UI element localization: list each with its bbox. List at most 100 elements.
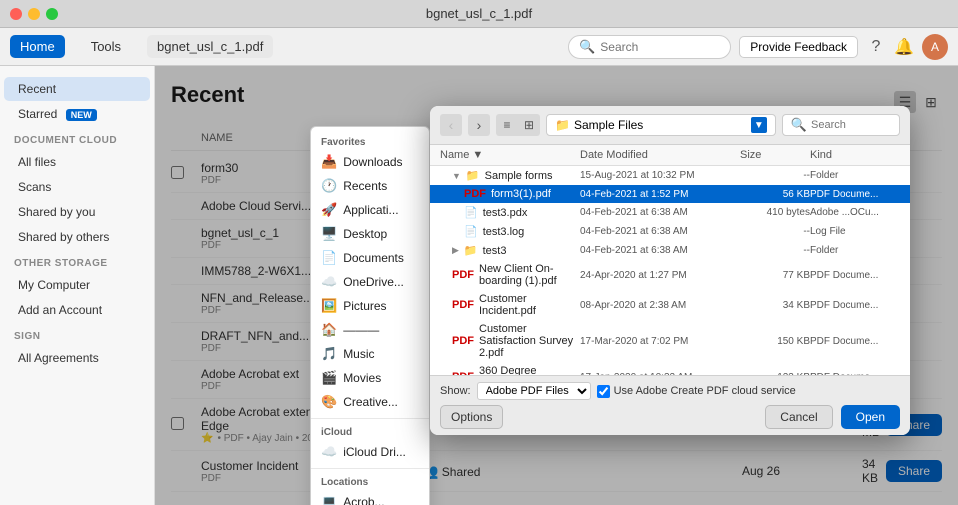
- cloud-service-label: Use Adobe Create PDF cloud service: [597, 385, 796, 398]
- location-chevron-icon[interactable]: ▼: [751, 117, 767, 133]
- close-btn[interactable]: [10, 8, 22, 20]
- back-button[interactable]: ‹: [440, 114, 462, 136]
- expand-icon[interactable]: ▼: [452, 171, 461, 181]
- sidebar-item-my-computer[interactable]: My Computer: [4, 273, 150, 297]
- expand-icon[interactable]: ▶: [452, 245, 459, 256]
- starred-badge: NEW: [66, 109, 97, 121]
- icloud-icon: ☁️: [321, 444, 337, 460]
- cancel-button[interactable]: Cancel: [765, 405, 832, 429]
- file-size: 77 KB: [740, 270, 810, 281]
- dialog-row[interactable]: 📄 test3.log 04-Feb-2021 at 6:38 AM -- Lo…: [430, 222, 910, 241]
- open-button[interactable]: Open: [841, 405, 900, 429]
- file-name: Customer Satisfaction Survey 2.pdf: [479, 323, 580, 359]
- dialog-row[interactable]: ▶ 📁 test3 04-Feb-2021 at 6:38 AM -- Fold…: [430, 241, 910, 260]
- search-input[interactable]: [600, 40, 720, 54]
- file-size: --: [740, 170, 810, 181]
- recents-icon: 🕐: [321, 178, 337, 194]
- help-icon[interactable]: ?: [866, 37, 886, 57]
- dialog-row[interactable]: PDF Customer Satisfaction Survey 2.pdf 1…: [430, 320, 910, 362]
- sidebar-item-shared-by-others[interactable]: Shared by others: [4, 225, 150, 249]
- fav-label: Pictures: [343, 299, 386, 313]
- home-tab[interactable]: Home: [10, 35, 65, 58]
- dialog-row[interactable]: PDF New Client On-boarding (1).pdf 24-Ap…: [430, 260, 910, 290]
- fav-item-icloud[interactable]: ☁️iCloud Dri...: [311, 440, 429, 464]
- home-icon: 🏠: [321, 322, 337, 338]
- document-cloud-section: DOCUMENT CLOUD: [0, 127, 154, 149]
- file-name: Sample forms: [485, 170, 553, 182]
- notifications-icon[interactable]: 🔔: [894, 37, 914, 57]
- sidebar-item-add-account[interactable]: Add an Account: [4, 298, 150, 322]
- dialog-row[interactable]: ▼ 📁 Sample forms 15-Aug-2021 at 10:32 PM…: [430, 166, 910, 185]
- fav-item-downloads[interactable]: 📥Downloads: [311, 150, 429, 174]
- fav-item-documents[interactable]: 📄Documents: [311, 246, 429, 270]
- list-view-btn[interactable]: ≡: [496, 114, 518, 136]
- file-kind: PDF Docume...: [810, 270, 900, 281]
- fav-label: Movies: [343, 371, 381, 385]
- fav-item-applications[interactable]: 🚀Applicati...: [311, 198, 429, 222]
- fav-item-pictures[interactable]: 🖼️Pictures: [311, 294, 429, 318]
- movies-icon: 🎬: [321, 370, 337, 386]
- file-kind: Adobe ...OCu...: [810, 207, 900, 218]
- search-icon: 🔍: [791, 117, 807, 133]
- dialog-search[interactable]: 🔍: [782, 114, 900, 136]
- downloads-icon: 📥: [321, 154, 337, 170]
- sidebar-item-all-files[interactable]: All files: [4, 150, 150, 174]
- maximize-btn[interactable]: [46, 8, 58, 20]
- avatar[interactable]: A: [922, 34, 948, 60]
- fav-item-desktop[interactable]: 🖥️Desktop: [311, 222, 429, 246]
- feedback-button[interactable]: Provide Feedback: [739, 36, 858, 58]
- tools-tab[interactable]: Tools: [81, 35, 131, 58]
- fav-item-onedrive[interactable]: ☁️OneDrive...: [311, 270, 429, 294]
- dialog-row[interactable]: 📄 test3.pdx 04-Feb-2021 at 6:38 AM 410 b…: [430, 203, 910, 222]
- sidebar-item-starred[interactable]: Starred NEW: [4, 102, 150, 126]
- global-search[interactable]: 🔍: [568, 35, 731, 59]
- file-icon: 📄: [464, 206, 478, 219]
- file-name: test3.pdx: [483, 207, 528, 219]
- favorites-section-label: Favorites: [311, 133, 429, 150]
- divider: [311, 418, 429, 419]
- fav-label: Music: [343, 347, 374, 361]
- window-controls[interactable]: [10, 8, 58, 20]
- dialog-row[interactable]: PDF Customer Incident.pdf 08-Apr-2020 at…: [430, 290, 910, 320]
- file-type-select[interactable]: Adobe PDF Files: [477, 382, 591, 400]
- sidebar-item-recent[interactable]: Recent: [4, 77, 150, 101]
- sidebar-item-scans[interactable]: Scans: [4, 175, 150, 199]
- sidebar-item-all-agreements[interactable]: All Agreements: [4, 346, 150, 370]
- pdf-icon: PDF: [452, 335, 474, 347]
- file-tab[interactable]: bgnet_usl_c_1.pdf: [147, 35, 273, 58]
- file-date: 15-Aug-2021 at 10:32 PM: [580, 170, 740, 181]
- file-size: 56 KB: [740, 189, 810, 200]
- file-size: 150 KB: [740, 336, 810, 347]
- cloud-service-checkbox[interactable]: [597, 385, 610, 398]
- col-date-header: Date Modified: [580, 149, 740, 161]
- file-date: 08-Apr-2020 at 2:38 AM: [580, 300, 740, 311]
- fav-item-acrob[interactable]: 💻Acrob...: [311, 490, 429, 505]
- dialog-row[interactable]: PDF form3(1).pdf 04-Feb-2021 at 1:52 PM …: [430, 185, 910, 203]
- pdf-icon: PDF: [452, 269, 474, 281]
- dialog-search-input[interactable]: [811, 119, 891, 131]
- dialog-row[interactable]: PDF 360 Degree Feedback 2.pdf 17-Jan-202…: [430, 362, 910, 375]
- fav-item-movies[interactable]: 🎬 Movies: [311, 366, 429, 390]
- file-size: 123 KB: [740, 372, 810, 376]
- file-date: 17-Mar-2020 at 7:02 PM: [580, 336, 740, 347]
- file-size: 410 bytes: [740, 207, 810, 218]
- fav-label: Applicati...: [343, 203, 398, 217]
- file-date: 04-Feb-2021 at 1:52 PM: [580, 189, 740, 200]
- sidebar-item-shared-by-you[interactable]: Shared by you: [4, 200, 150, 224]
- options-button[interactable]: Options: [440, 405, 503, 429]
- minimize-btn[interactable]: [28, 8, 40, 20]
- location-bar[interactable]: 📁 Sample Files ▼: [546, 114, 776, 136]
- fav-item-music[interactable]: 🎵 Music: [311, 342, 429, 366]
- fav-item-home[interactable]: 🏠———: [311, 318, 429, 342]
- documents-icon: 📄: [321, 250, 337, 266]
- fav-item-recents[interactable]: 🕐Recents: [311, 174, 429, 198]
- fav-item-creative[interactable]: 🎨Creative...: [311, 390, 429, 414]
- music-icon: 🎵: [321, 346, 337, 362]
- grid-view-btn[interactable]: ⊞: [518, 114, 540, 136]
- file-name: test3.log: [483, 226, 525, 238]
- col-kind-header: Kind: [810, 149, 900, 161]
- forward-button[interactable]: ›: [468, 114, 490, 136]
- file-size: --: [740, 245, 810, 256]
- file-kind: Log File: [810, 226, 900, 237]
- onedrive-icon: ☁️: [321, 274, 337, 290]
